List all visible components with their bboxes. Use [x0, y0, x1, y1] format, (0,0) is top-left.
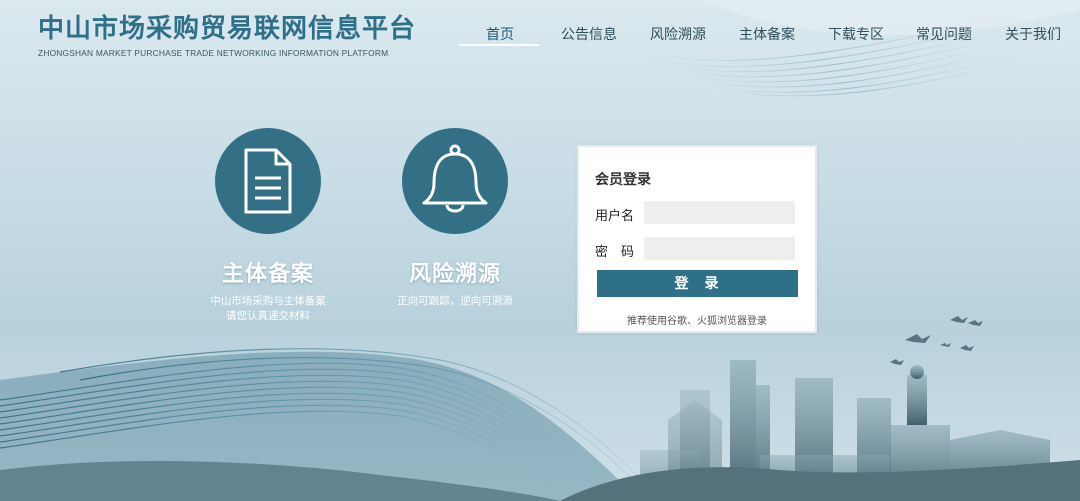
feature-entity-filing[interactable]: 主体备案 中山市场采购与主体备案 请您认真递交材料 — [163, 128, 373, 324]
feature-entity-filing-circle[interactable] — [215, 128, 321, 234]
login-title: 会员登录 — [595, 172, 651, 188]
document-icon — [244, 148, 292, 214]
username-row: 用户名 — [595, 201, 801, 225]
site-subtitle: ZHONGSHAN MARKET PURCHASE TRADE NETWORKI… — [38, 48, 389, 58]
feature-entity-filing-desc-line2: 请您认真递交材料 — [226, 310, 310, 322]
feature-entity-filing-desc: 中山市场采购与主体备案 请您认真递交材料 — [163, 294, 373, 324]
bottom-wave-decoration — [0, 348, 661, 501]
nav-item-risk-tracing[interactable]: 风险溯源 — [650, 24, 706, 44]
main-nav: 首页 公告信息 风险溯源 主体备案 下载专区 常见问题 关于我们 — [0, 24, 1080, 48]
nav-item-faq[interactable]: 常见问题 — [916, 24, 972, 44]
nav-active-indicator — [459, 44, 539, 46]
nav-item-entity-filing[interactable]: 主体备案 — [739, 24, 795, 44]
username-label: 用户名 — [595, 209, 635, 224]
login-panel: 会员登录 用户名 密 码 登录 推荐使用谷歌、火狐浏览器登录 — [577, 145, 817, 333]
password-input[interactable] — [644, 237, 795, 260]
feature-risk-tracing-title: 风险溯源 — [408, 262, 501, 287]
username-input[interactable] — [644, 201, 795, 224]
browser-recommendation-note: 推荐使用谷歌、火狐浏览器登录 — [627, 316, 767, 327]
feature-entity-filing-desc-line1: 中山市场采购与主体备案 — [210, 295, 326, 307]
login-button[interactable]: 登录 — [597, 270, 798, 297]
nav-item-about-us[interactable]: 关于我们 — [1005, 24, 1061, 44]
nav-item-downloads[interactable]: 下载专区 — [828, 24, 884, 44]
password-row: 密 码 — [595, 237, 801, 261]
password-label: 密 码 — [595, 245, 635, 260]
birds-decoration — [890, 316, 983, 365]
nav-item-announcements[interactable]: 公告信息 — [561, 24, 617, 44]
city-skyline — [560, 360, 1080, 501]
nav-item-home[interactable]: 首页 — [486, 24, 514, 44]
feature-risk-tracing-desc: 正向可跟踪，逆向可溯源 — [397, 295, 513, 307]
feature-risk-tracing[interactable]: 风险溯源 正向可跟踪，逆向可溯源 — [350, 128, 560, 309]
feature-risk-tracing-circle[interactable] — [402, 128, 508, 234]
bell-icon — [422, 144, 488, 213]
feature-entity-filing-title: 主体备案 — [221, 262, 314, 287]
